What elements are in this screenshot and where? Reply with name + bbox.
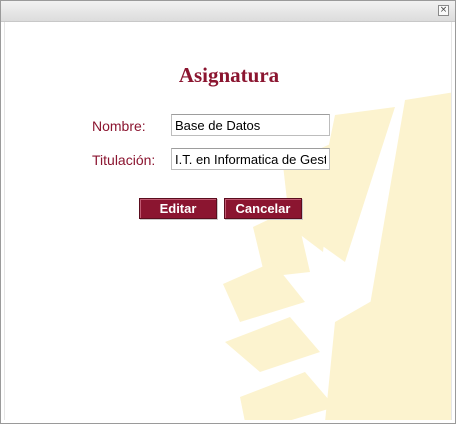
close-icon[interactable]: × bbox=[438, 5, 449, 16]
nombre-label: Nombre: bbox=[92, 118, 146, 134]
dialog-window: × Asignatura Nombre: Titulación: Editar … bbox=[0, 0, 456, 424]
titulacion-label: Titulación: bbox=[92, 152, 156, 168]
nombre-field[interactable] bbox=[171, 114, 330, 136]
dialog-content: Asignatura Nombre: Titulación: Editar Ca… bbox=[4, 22, 452, 420]
cancel-button[interactable]: Cancelar bbox=[224, 198, 302, 219]
edit-button[interactable]: Editar bbox=[139, 198, 217, 219]
page-title: Asignatura bbox=[178, 63, 280, 87]
title-bar: × bbox=[1, 1, 455, 22]
titulacion-field[interactable] bbox=[171, 148, 330, 170]
